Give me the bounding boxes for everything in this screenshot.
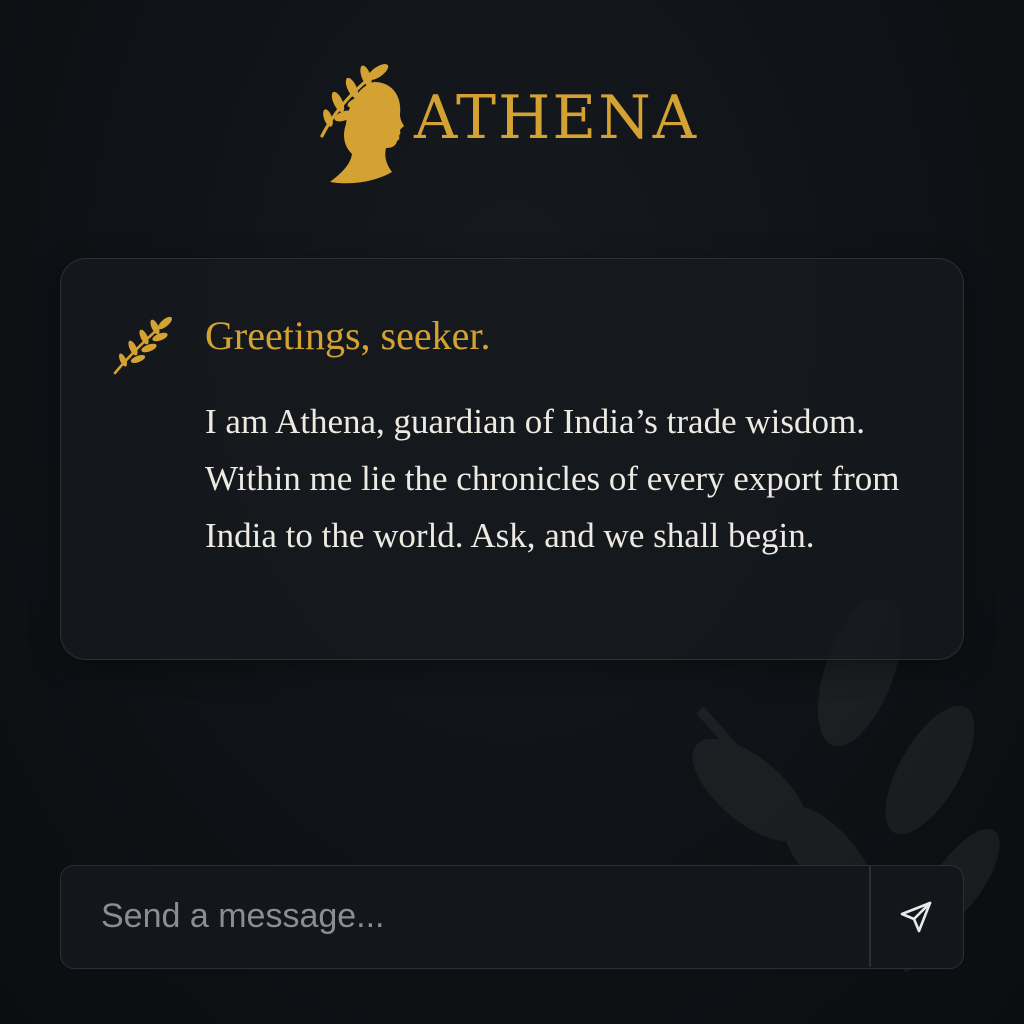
greeting-body-text: I am Athena, guardian of India’s trade w… xyxy=(205,402,900,555)
athena-profile-laurel-icon xyxy=(320,63,404,184)
greeting-heading: Greetings, seeker. xyxy=(205,313,491,358)
message-composer xyxy=(60,865,964,969)
laurel-branch-icon xyxy=(113,316,172,375)
brand-name: ATHENA xyxy=(414,83,699,153)
assistant-message-card: Greetings, seeker. I am Athena, guardian… xyxy=(60,258,964,660)
send-button[interactable] xyxy=(871,866,962,967)
send-arrow-icon xyxy=(900,901,932,933)
message-input[interactable] xyxy=(61,866,869,967)
brand-logo: ATHENA xyxy=(316,62,716,202)
